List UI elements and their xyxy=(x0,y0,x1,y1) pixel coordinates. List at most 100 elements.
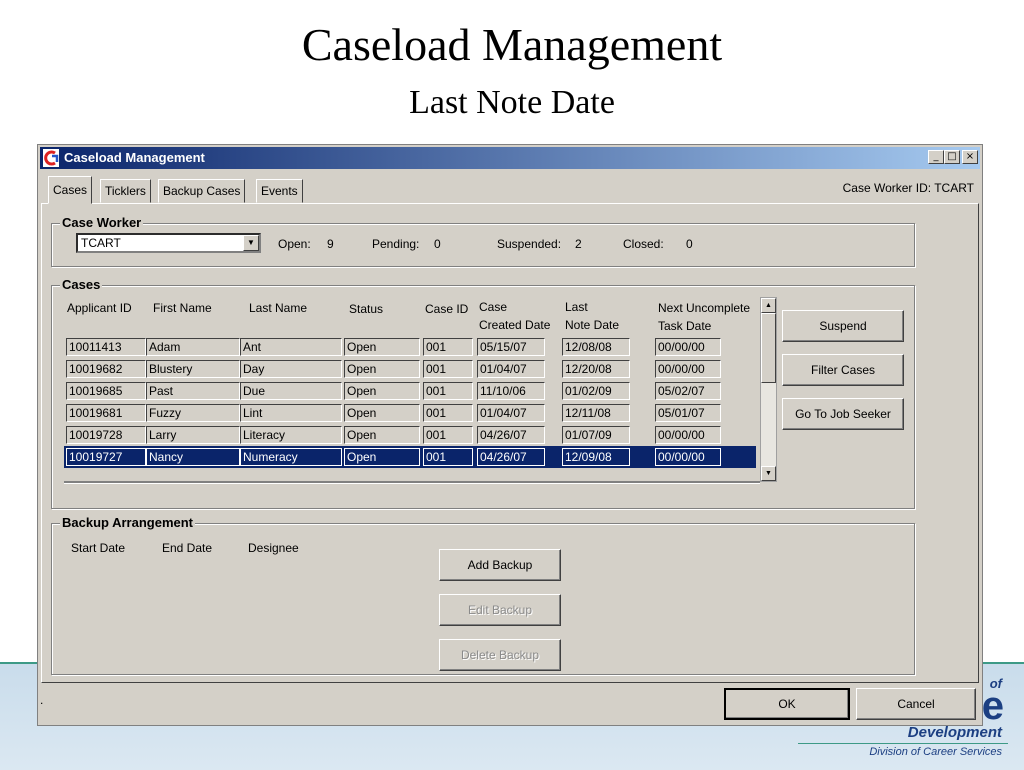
col-last-name: Last Name xyxy=(249,301,308,315)
cell-applicant-id[interactable]: 10019727 xyxy=(66,448,146,466)
tab-backup-cases[interactable]: Backup Cases xyxy=(158,179,246,203)
cell-last-name[interactable]: Numeracy xyxy=(240,448,342,466)
cell-case-id[interactable]: 001 xyxy=(423,404,473,422)
tab-ticklers[interactable]: Ticklers xyxy=(100,179,151,203)
cell-last-note-date[interactable]: 12/09/08 xyxy=(562,448,630,466)
cell-case-id[interactable]: 001 xyxy=(423,338,473,356)
chevron-down-icon[interactable]: ▼ xyxy=(243,235,259,251)
scroll-thumb[interactable] xyxy=(761,313,776,383)
cell-next-task-date[interactable]: 05/02/07 xyxy=(655,382,721,400)
cancel-button[interactable]: Cancel xyxy=(856,688,976,720)
pending-count: 0 xyxy=(434,237,441,251)
cell-applicant-id[interactable]: 10019682 xyxy=(66,360,146,378)
brand-divider xyxy=(798,743,1008,744)
col-case-created-2: Created Date xyxy=(479,318,551,332)
col-last-note-1: Last xyxy=(565,300,588,314)
tab-cases[interactable]: Cases xyxy=(48,176,93,204)
col-status: Status xyxy=(349,302,384,316)
brand-division-text: Division of Career Services xyxy=(869,746,1002,758)
cell-last-note-date[interactable]: 01/02/09 xyxy=(562,382,630,400)
scroll-up-icon[interactable]: ▲ xyxy=(761,298,776,313)
cell-last-note-date[interactable]: 12/08/08 xyxy=(562,338,630,356)
slide-title: Caseload Management xyxy=(301,19,723,70)
col-next-task-1: Next Uncomplete xyxy=(658,301,751,315)
pending-label: Pending: xyxy=(372,237,420,251)
col-end-date: End Date xyxy=(162,541,213,555)
col-last-note-2: Note Date xyxy=(565,318,620,332)
cell-last-note-date[interactable]: 12/20/08 xyxy=(562,360,630,378)
cell-last-note-date[interactable]: 12/11/08 xyxy=(562,404,630,422)
cell-applicant-id[interactable]: 10019681 xyxy=(66,404,146,422)
cell-created-date[interactable]: 01/04/07 xyxy=(477,360,545,378)
closed-label: Closed: xyxy=(623,237,664,251)
cell-next-task-date[interactable]: 00/00/00 xyxy=(655,426,721,444)
caseload-window: Caseload Management _ □ × Cases Ticklers… xyxy=(37,144,983,726)
cases-vertical-scrollbar[interactable]: ▲ ▼ xyxy=(760,297,777,482)
brand-development-text: Development xyxy=(907,724,1002,741)
cell-status[interactable]: Open xyxy=(344,426,420,444)
cell-applicant-id[interactable]: 10019728 xyxy=(66,426,146,444)
filter-cases-button[interactable]: Filter Cases xyxy=(782,354,904,386)
go-to-job-seeker-button[interactable]: Go To Job Seeker xyxy=(782,398,904,430)
backup-group-title: Backup Arrangement xyxy=(60,515,195,530)
cell-status[interactable]: Open xyxy=(344,448,420,466)
cell-first-name[interactable]: Blustery xyxy=(146,360,240,378)
closed-count: 0 xyxy=(686,237,693,251)
cases-group-title: Cases xyxy=(60,277,103,292)
col-applicant-id: Applicant ID xyxy=(67,301,132,315)
cell-created-date[interactable]: 11/10/06 xyxy=(477,382,545,400)
cell-last-note-date[interactable]: 01/07/09 xyxy=(562,426,630,444)
cell-case-id[interactable]: 001 xyxy=(423,448,473,466)
app-logo-icon xyxy=(43,149,59,167)
cell-case-id[interactable]: 001 xyxy=(423,382,473,400)
cell-case-id[interactable]: 001 xyxy=(423,426,473,444)
open-label: Open: xyxy=(278,237,311,251)
cell-status[interactable]: Open xyxy=(344,382,420,400)
window-titlebar[interactable]: Caseload Management _ □ × xyxy=(40,147,980,169)
add-backup-button[interactable]: Add Backup xyxy=(439,549,561,581)
cell-first-name[interactable]: Larry xyxy=(146,426,240,444)
tab-events[interactable]: Events xyxy=(256,179,303,203)
col-case-id: Case ID xyxy=(425,302,469,316)
cell-case-id[interactable]: 001 xyxy=(423,360,473,378)
cell-status[interactable]: Open xyxy=(344,360,420,378)
col-first-name: First Name xyxy=(153,301,212,315)
case-worker-id: Case Worker ID: TCART xyxy=(842,181,974,195)
minimize-button[interactable]: _ xyxy=(928,150,944,164)
cell-created-date[interactable]: 01/04/07 xyxy=(477,404,545,422)
cell-first-name[interactable]: Adam xyxy=(146,338,240,356)
cell-next-task-date[interactable]: 00/00/00 xyxy=(655,448,721,466)
cell-last-name[interactable]: Due xyxy=(240,382,342,400)
maximize-button[interactable]: □ xyxy=(944,150,960,164)
cell-first-name[interactable]: Fuzzy xyxy=(146,404,240,422)
suspend-button[interactable]: Suspend xyxy=(782,310,904,342)
col-designee: Designee xyxy=(248,541,299,555)
edit-backup-button[interactable]: Edit Backup xyxy=(439,594,561,626)
case-worker-group-title: Case Worker xyxy=(60,215,144,230)
cell-applicant-id[interactable]: 10011413 xyxy=(66,338,146,356)
delete-backup-button[interactable]: Delete Backup xyxy=(439,639,561,671)
suspended-label: Suspended: xyxy=(497,237,562,251)
cell-last-name[interactable]: Day xyxy=(240,360,342,378)
cell-first-name[interactable]: Past xyxy=(146,382,240,400)
ok-button[interactable]: OK xyxy=(724,688,850,720)
cell-status[interactable]: Open xyxy=(344,404,420,422)
cell-created-date[interactable]: 05/15/07 xyxy=(477,338,545,356)
cell-next-task-date[interactable]: 00/00/00 xyxy=(655,338,721,356)
cell-last-name[interactable]: Ant xyxy=(240,338,342,356)
cell-first-name[interactable]: Nancy xyxy=(146,448,240,466)
close-button[interactable]: × xyxy=(962,150,978,164)
scroll-down-icon[interactable]: ▼ xyxy=(761,466,776,481)
col-case-created-1: Case xyxy=(479,300,508,314)
cell-last-name[interactable]: Literacy xyxy=(240,426,342,444)
case-worker-select[interactable]: TCART ▼ xyxy=(76,233,261,253)
cell-created-date[interactable]: 04/26/07 xyxy=(477,448,545,466)
cell-applicant-id[interactable]: 10019685 xyxy=(66,382,146,400)
open-count: 9 xyxy=(327,237,334,251)
cell-status[interactable]: Open xyxy=(344,338,420,356)
cell-next-task-date[interactable]: 05/01/07 xyxy=(655,404,721,422)
cell-last-name[interactable]: Lint xyxy=(240,404,342,422)
cell-next-task-date[interactable]: 00/00/00 xyxy=(655,360,721,378)
cell-created-date[interactable]: 04/26/07 xyxy=(477,426,545,444)
col-next-task-2: Task Date xyxy=(658,319,712,333)
